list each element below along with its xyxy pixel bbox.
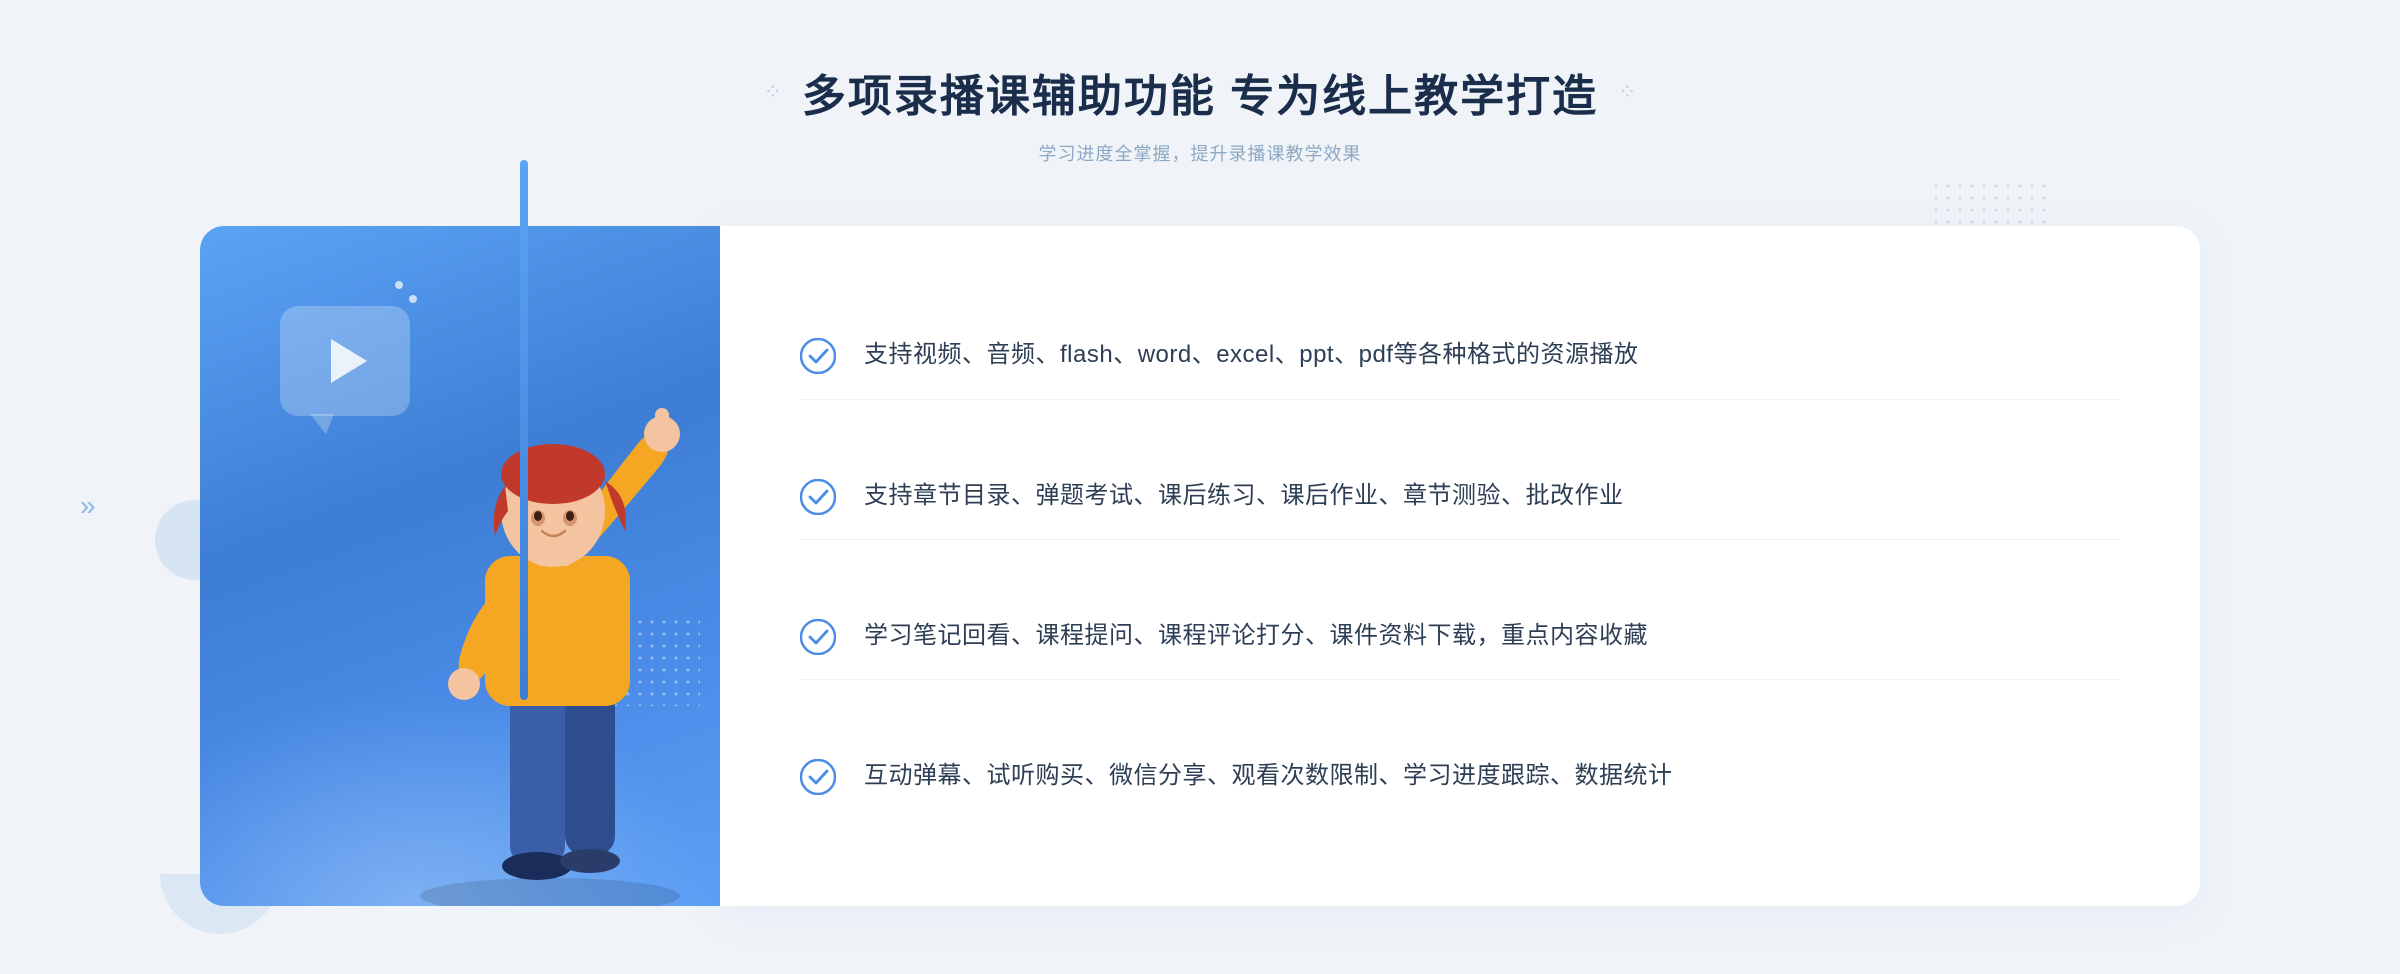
feature-item-3: 学习笔记回看、课程提问、课程评论打分、课件资料下载，重点内容收藏 [800,593,2120,680]
feature-text-3: 学习笔记回看、课程提问、课程评论打分、课件资料下载，重点内容收藏 [864,617,1648,655]
check-icon-2 [800,479,836,515]
feature-item-4: 互动弹幕、试听购买、微信分享、观看次数限制、学习进度跟踪、数据统计 [800,733,2120,819]
sparkle-dot-2 [409,295,417,303]
check-icon-1 [800,338,836,374]
main-container: ⁘ 多项录播课辅助功能 专为线上教学打造 ⁘ 学习进度全掌握，提升录播课教学效果 [0,0,2400,906]
sparkle-dot-1 [395,281,403,289]
left-illustration-card [200,226,720,906]
feature-item-1: 支持视频、音频、flash、word、excel、ppt、pdf等各种格式的资源… [800,312,2120,399]
check-icon-3 [800,619,836,655]
feature-item-2: 支持章节目录、弹题考试、课后练习、课后作业、章节测验、批改作业 [800,453,2120,540]
feature-text-2: 支持章节目录、弹题考试、课后练习、课后作业、章节测验、批改作业 [864,477,1624,515]
feature-text-4: 互动弹幕、试听购买、微信分享、观看次数限制、学习进度跟踪、数据统计 [864,757,1673,795]
accent-bar [520,160,528,700]
page-title: 多项录播课辅助功能 专为线上教学打造 [802,60,1598,124]
title-decoration-right: ⁘ [1618,79,1636,105]
page-subtitle: 学习进度全掌握，提升录播课教学效果 [1038,140,1361,166]
left-card-inner [200,226,720,906]
title-row: ⁘ 多项录播课辅助功能 专为线上教学打造 ⁘ [763,60,1636,124]
title-decoration-left: ⁘ [763,79,781,105]
feature-text-1: 支持视频、音频、flash、word、excel、ppt、pdf等各种格式的资源… [864,336,1638,374]
content-section: 支持视频、音频、flash、word、excel、ppt、pdf等各种格式的资源… [200,226,2200,906]
check-icon-4 [800,759,836,795]
person-illustration [370,326,720,906]
play-icon [331,339,367,383]
sparkle-decoration [395,281,417,303]
header-section: ⁘ 多项录播课辅助功能 专为线上教学打造 ⁘ 学习进度全掌握，提升录播课教学效果 [763,60,1636,166]
features-card: 支持视频、音频、flash、word、excel、ppt、pdf等各种格式的资源… [720,226,2200,906]
